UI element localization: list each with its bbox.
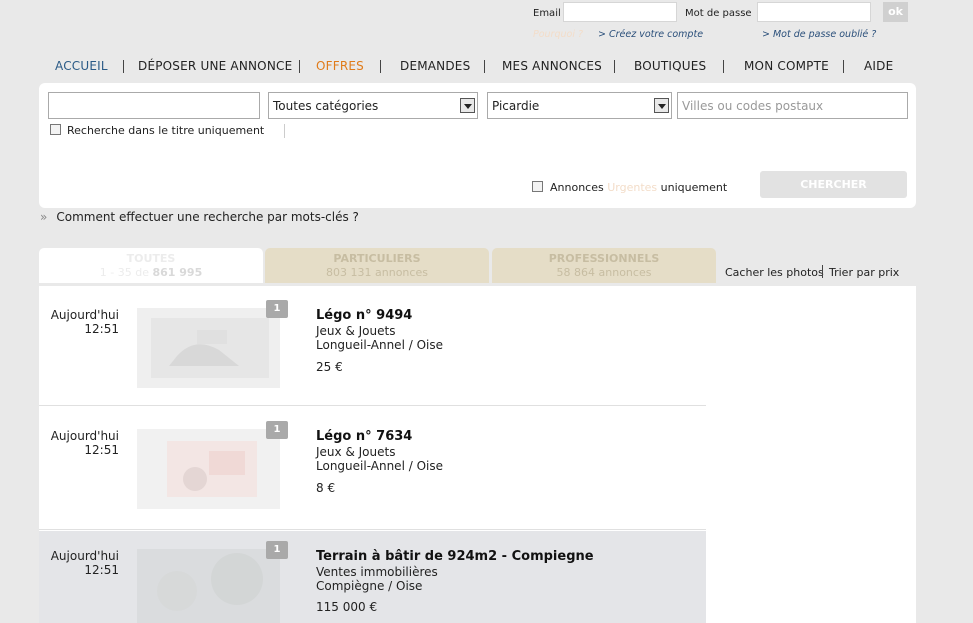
photo-count-badge: 1 — [266, 300, 288, 318]
chevron-down-icon[interactable] — [654, 98, 669, 113]
nav-item-mon-compte[interactable]: MON COMPTE — [744, 59, 829, 73]
sort-price-link[interactable]: Trier par prix — [829, 266, 899, 279]
nav-separator — [843, 60, 844, 73]
raquo-icon: » — [40, 210, 48, 224]
password-field[interactable] — [757, 2, 871, 22]
nav-separator — [380, 60, 381, 73]
tab-count-total: 861 995 — [152, 266, 203, 279]
tab-title: PARTICULIERS — [333, 252, 421, 265]
photo-count-badge: 1 — [266, 421, 288, 439]
list-item[interactable]: Aujourd'hui 12:51 1 Légo n° 7634 Jeux & J… — [39, 410, 706, 530]
urgent-label-pre: Annonces — [550, 181, 604, 194]
nav-separator — [484, 60, 485, 73]
nav-separator — [723, 60, 724, 73]
forgot-password-link[interactable]: > Mot de passe oublié ? — [762, 29, 876, 40]
tab-particuliers[interactable]: PARTICULIERS 803 131 annonces — [265, 248, 489, 283]
nav-item-deposer[interactable]: DÉPOSER UNE ANNONCE — [138, 59, 292, 73]
main-nav: ACCUEIL DÉPOSER UNE ANNONCE OFFRES DEMAN… — [40, 59, 916, 75]
ad-photo[interactable] — [137, 308, 280, 388]
ad-day: Aujourd'hui — [50, 549, 119, 563]
ad-date: Aujourd'hui 12:51 — [39, 308, 119, 336]
ad-time: 12:51 — [84, 443, 119, 457]
ad-title[interactable]: Légo n° 9494 — [316, 308, 412, 323]
why-link[interactable]: Pourquoi ? — [533, 29, 583, 40]
urgent-label-post: uniquement — [660, 181, 728, 194]
nav-separator — [614, 60, 615, 73]
urgent-only-label: Annonces Urgentes uniquement — [550, 181, 727, 194]
list-item[interactable]: Aujourd'hui 12:51 1 Légo n° 9494 Jeux & J… — [39, 286, 706, 406]
ad-time: 12:51 — [84, 563, 119, 577]
nav-separator — [299, 60, 300, 73]
tab-count: 1 - 35 de 861 995 — [39, 266, 263, 279]
create-account-link[interactable]: > Créez votre compte — [598, 29, 703, 40]
category-select[interactable]: Toutes catégories — [268, 92, 478, 119]
nav-separator — [123, 60, 124, 73]
login-bar: Email Mot de passe ok Pourquoi ? > Créez… — [0, 0, 973, 45]
tab-title: PROFESSIONNELS — [548, 252, 660, 265]
search-panel: Toutes catégories Picardie Villes ou cod… — [39, 83, 916, 208]
ad-photo[interactable] — [137, 549, 280, 623]
nav-item-offres[interactable]: OFFRES — [316, 59, 364, 73]
link-separator — [822, 265, 823, 278]
search-button[interactable]: CHERCHER — [760, 171, 907, 198]
ad-photo[interactable] — [137, 429, 280, 509]
divider — [284, 124, 285, 138]
region-select[interactable]: Picardie — [487, 92, 672, 119]
nav-item-aide[interactable]: AIDE — [864, 59, 893, 73]
photo-count-badge: 1 — [266, 541, 288, 559]
title-only-label: Recherche dans le titre uniquement — [67, 124, 265, 137]
ad-category: Jeux & Jouets — [316, 324, 396, 338]
email-field[interactable] — [563, 2, 677, 22]
ad-location: Compiègne / Oise — [316, 579, 423, 593]
tab-title: TOUTES — [126, 252, 176, 265]
tab-count: 58 864 annonces — [556, 266, 652, 279]
tab-professionnels[interactable]: PROFESSIONNELS 58 864 annonces — [492, 248, 716, 283]
email-label: Email — [533, 8, 561, 19]
ad-date: Aujourd'hui 12:51 — [39, 549, 119, 577]
ad-title[interactable]: Terrain à bâtir de 924m2 - Compiegne — [316, 549, 594, 564]
keyword-help-link[interactable]: » Comment effectuer une recherche par mot… — [40, 210, 359, 224]
chevron-down-icon[interactable] — [460, 98, 475, 113]
tab-count: 803 131 annonces — [326, 266, 428, 279]
keyword-help-text: Comment effectuer une recherche par mots… — [56, 210, 359, 224]
city-input[interactable]: Villes ou codes postaux — [677, 92, 908, 119]
ad-location: Longueil-Annel / Oise — [316, 338, 443, 352]
ad-title[interactable]: Légo n° 7634 — [316, 429, 412, 444]
ad-category: Jeux & Jouets — [316, 445, 396, 459]
region-select-value: Picardie — [492, 99, 540, 113]
hide-photos-link[interactable]: Cacher les photos — [725, 266, 824, 279]
ad-list: Aujourd'hui 12:51 1 Légo n° 9494 Jeux & J… — [39, 286, 916, 623]
urgent-label-mid: Urgentes — [607, 181, 658, 194]
nav-item-mes-annonces[interactable]: MES ANNONCES — [502, 59, 602, 73]
ad-day: Aujourd'hui — [50, 308, 119, 322]
title-only-checkbox[interactable] — [50, 124, 61, 135]
ad-date: Aujourd'hui 12:51 — [39, 429, 119, 457]
city-input-placeholder: Villes ou codes postaux — [682, 99, 824, 113]
tab-toutes[interactable]: TOUTES 1 - 35 de 861 995 — [39, 248, 263, 283]
nav-item-demandes[interactable]: DEMANDES — [400, 59, 470, 73]
urgent-only-checkbox[interactable] — [532, 181, 543, 192]
ad-price: 25 € — [316, 360, 343, 374]
ad-time: 12:51 — [84, 322, 119, 336]
ad-price: 8 € — [316, 481, 336, 495]
tab-count-prefix: 1 - 35 de — [99, 266, 153, 279]
category-select-value: Toutes catégories — [273, 99, 379, 113]
login-ok-button[interactable]: ok — [883, 2, 908, 22]
keyword-input[interactable] — [48, 92, 260, 119]
ad-day: Aujourd'hui — [50, 429, 119, 443]
nav-item-accueil[interactable]: ACCUEIL — [55, 59, 108, 73]
ad-price: 115 000 € — [316, 600, 378, 614]
password-label: Mot de passe — [685, 8, 752, 19]
list-item[interactable]: Aujourd'hui 12:51 1 Terrain à bâtir de 92… — [39, 531, 706, 623]
ad-location: Longueil-Annel / Oise — [316, 459, 443, 473]
nav-item-boutiques[interactable]: BOUTIQUES — [634, 59, 706, 73]
ad-category: Ventes immobilières — [316, 565, 438, 579]
